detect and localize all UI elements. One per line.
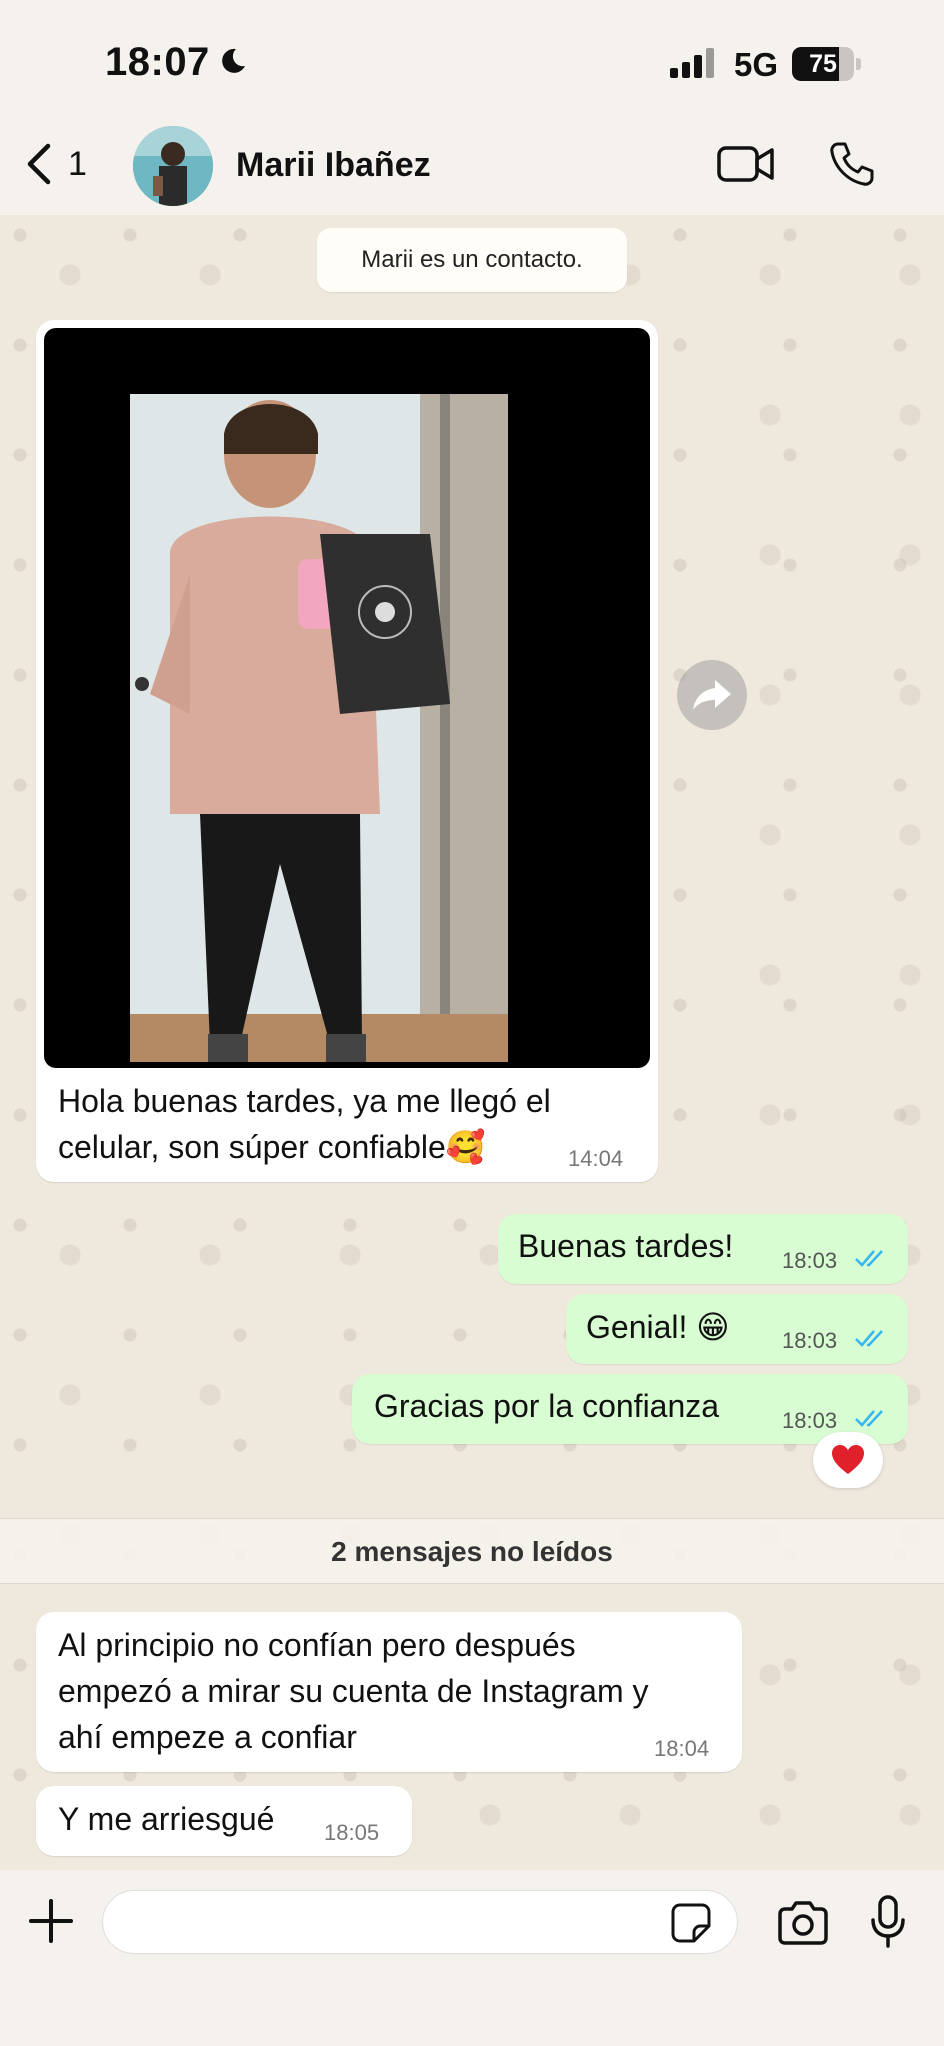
unread-count: 1 [68, 144, 87, 183]
message-text: Gracias por la confianza [374, 1388, 720, 1424]
outgoing-message[interactable]: Gracias por la confianza 18:03 [352, 1374, 908, 1444]
camera-icon[interactable] [776, 1900, 830, 1946]
microphone-icon[interactable] [868, 1894, 908, 1950]
back-button[interactable]: 1 [22, 140, 87, 188]
forward-icon [693, 680, 731, 710]
sticker-icon[interactable] [670, 1902, 712, 1944]
read-ticks-icon [855, 1410, 883, 1427]
message-text-line: celular, son súper confiable🥰 [58, 1128, 486, 1166]
message-text: Y me arriesgué [58, 1801, 275, 1837]
unread-messages-banner: 2 mensajes no leídos [0, 1518, 944, 1584]
video-call-icon[interactable] [716, 142, 776, 186]
status-bar: 18:07 5G 75 [0, 0, 944, 120]
message-text: Buenas tardes! [518, 1228, 734, 1264]
battery-level: 75 [809, 50, 837, 78]
status-time: 18:07 [105, 40, 210, 84]
message-text: Genial! 😁 [586, 1308, 730, 1346]
message-time: 18:03 [782, 1408, 838, 1433]
outgoing-message[interactable]: Genial! 😁 18:03 [566, 1294, 908, 1364]
moon-icon [222, 48, 245, 73]
incoming-message[interactable]: Y me arriesgué 18:05 [36, 1786, 412, 1856]
message-time: 18:03 [782, 1248, 838, 1273]
message-time: 14:04 [568, 1146, 624, 1171]
message-text-line: Al principio no confían pero después [58, 1627, 576, 1663]
chat-header: 1 Marii Ibañez [0, 120, 944, 215]
reaction-badge[interactable] [813, 1432, 883, 1488]
network-type: 5G [734, 46, 779, 83]
read-ticks-icon [855, 1330, 883, 1347]
heart-icon [832, 1445, 864, 1474]
plus-icon[interactable] [28, 1898, 74, 1944]
message-time: 18:05 [324, 1820, 380, 1845]
read-ticks-icon [855, 1250, 883, 1267]
system-message: Marii es un contacto. [317, 228, 627, 292]
phone-icon[interactable] [828, 140, 876, 188]
signal-icon [670, 48, 714, 78]
message-time: 18:03 [782, 1328, 838, 1353]
contact-name[interactable]: Marii Ibañez [236, 146, 431, 185]
incoming-message[interactable]: Al principio no confían pero después emp… [36, 1612, 742, 1772]
message-input-bar [0, 1870, 944, 2046]
message-text-line: ahí empeze a confiar [58, 1719, 357, 1755]
forward-button[interactable] [677, 660, 747, 730]
avatar[interactable] [133, 126, 213, 206]
chevron-left-icon [27, 143, 51, 185]
photo-image [130, 394, 508, 1062]
incoming-image-message[interactable]: Hola buenas tardes, ya me llegó el celul… [36, 320, 658, 1182]
grinning-emoji: 😁 [696, 1308, 730, 1346]
outgoing-message[interactable]: Buenas tardes! 18:03 [498, 1214, 908, 1284]
smiling-hearts-emoji: 🥰 [445, 1128, 486, 1166]
battery-icon: 75 [792, 47, 861, 81]
message-text-line: empezó a mirar su cuenta de Instagram y [58, 1673, 649, 1709]
message-text-line: Hola buenas tardes, ya me llegó el [58, 1083, 551, 1119]
message-time: 18:04 [654, 1736, 710, 1761]
media-photo[interactable] [44, 328, 650, 1068]
message-input[interactable] [102, 1890, 738, 1954]
